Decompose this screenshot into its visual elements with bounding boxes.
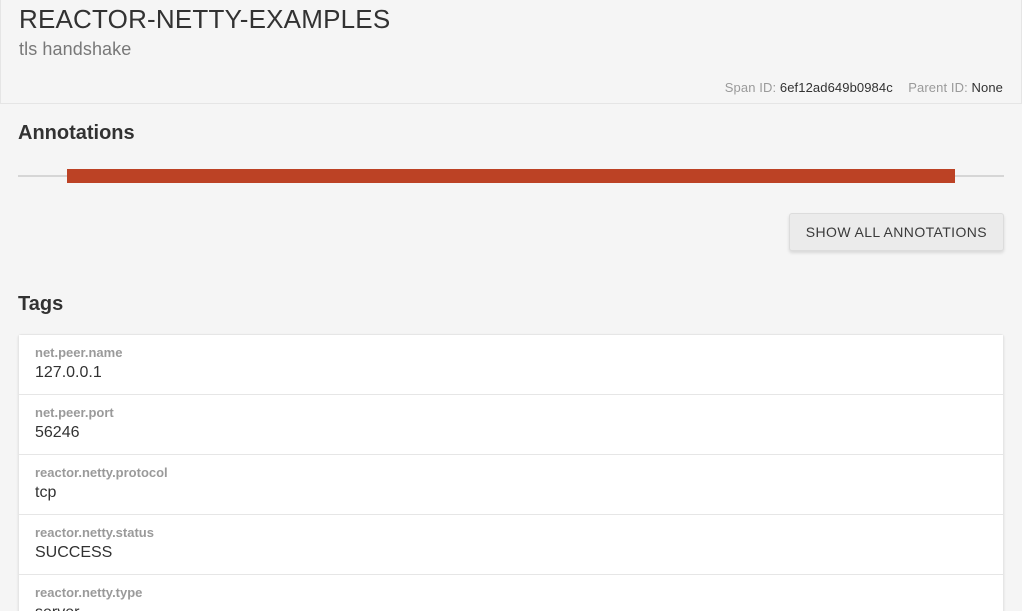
span-name: tls handshake bbox=[19, 39, 1003, 60]
tag-key: reactor.netty.type bbox=[35, 585, 987, 600]
tag-item: reactor.netty.status SUCCESS bbox=[18, 515, 1004, 575]
tag-value: tcp bbox=[35, 484, 987, 502]
span-ids: Span ID: 6ef12ad649b0984c Parent ID: Non… bbox=[19, 80, 1003, 95]
tags-section: Tags net.peer.name 127.0.0.1 net.peer.po… bbox=[0, 275, 1022, 611]
tag-value: SUCCESS bbox=[35, 544, 987, 562]
tag-value: 127.0.0.1 bbox=[35, 364, 987, 382]
tag-key: reactor.netty.protocol bbox=[35, 465, 987, 480]
span-header: REACTOR-NETTY-EXAMPLES tls handshake Spa… bbox=[0, 0, 1022, 104]
annotations-section: Annotations SHOW ALL ANNOTATIONS bbox=[0, 104, 1022, 251]
parent-id-value: None bbox=[972, 80, 1003, 95]
tag-item: net.peer.name 127.0.0.1 bbox=[18, 334, 1004, 395]
annotations-actions: SHOW ALL ANNOTATIONS bbox=[18, 213, 1004, 251]
parent-id-label: Parent ID: bbox=[908, 80, 968, 95]
tag-key: reactor.netty.status bbox=[35, 525, 987, 540]
tags-title: Tags bbox=[18, 293, 1004, 316]
tag-key: net.peer.port bbox=[35, 405, 987, 420]
span-id-value: 6ef12ad649b0984c bbox=[780, 80, 893, 95]
service-name: REACTOR-NETTY-EXAMPLES bbox=[19, 4, 1003, 35]
span-detail-page: REACTOR-NETTY-EXAMPLES tls handshake Spa… bbox=[0, 0, 1022, 611]
show-all-annotations-button[interactable]: SHOW ALL ANNOTATIONS bbox=[789, 213, 1004, 251]
tag-item: reactor.netty.protocol tcp bbox=[18, 455, 1004, 515]
timeline-span-bar bbox=[67, 169, 954, 183]
tag-item: reactor.netty.type server bbox=[18, 575, 1004, 611]
tags-list: net.peer.name 127.0.0.1 net.peer.port 56… bbox=[18, 334, 1004, 611]
span-id-label: Span ID: bbox=[725, 80, 776, 95]
tag-key: net.peer.name bbox=[35, 345, 987, 360]
annotations-timeline bbox=[18, 169, 1004, 183]
annotations-title: Annotations bbox=[18, 122, 1004, 145]
tag-value: 56246 bbox=[35, 424, 987, 442]
tag-value: server bbox=[35, 604, 987, 611]
tag-item: net.peer.port 56246 bbox=[18, 395, 1004, 455]
